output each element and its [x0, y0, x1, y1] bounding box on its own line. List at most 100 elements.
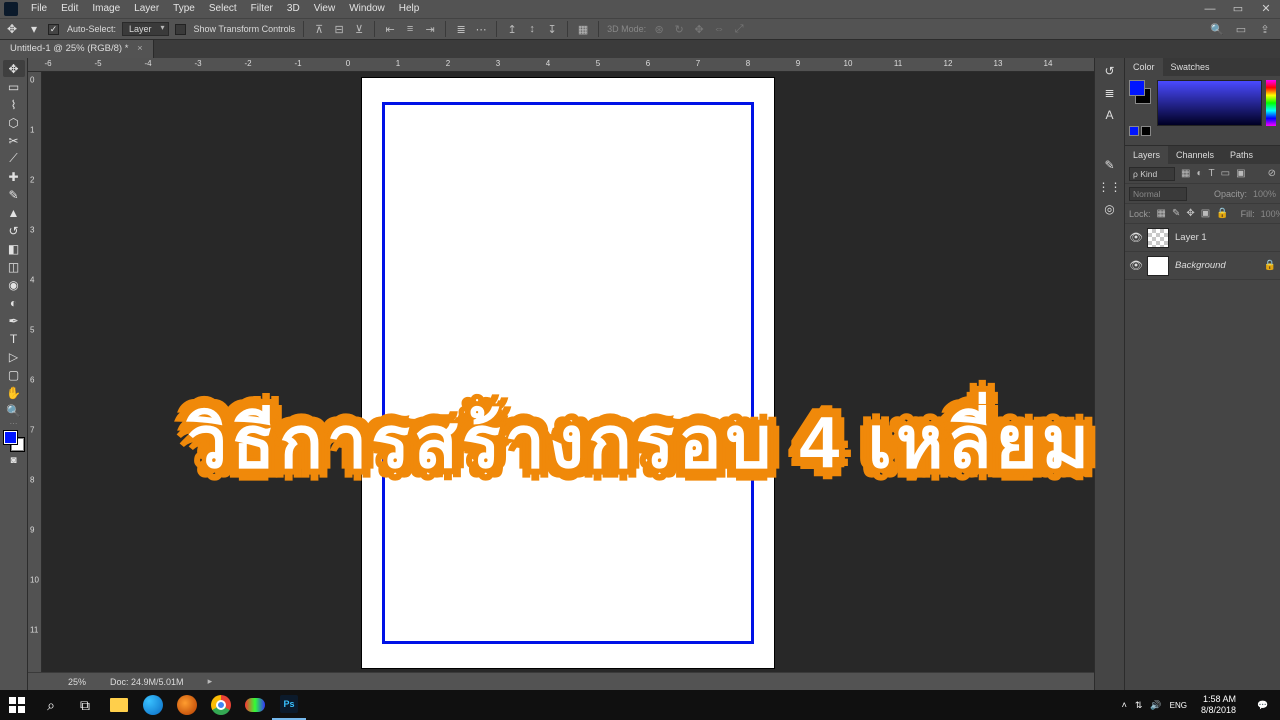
color-field[interactable] [1157, 80, 1262, 126]
visibility-icon[interactable]: 👁 [1129, 231, 1141, 244]
maximize-button[interactable]: ▭ [1224, 0, 1252, 18]
task-view-button[interactable]: ⧉ [68, 690, 102, 720]
show-transform-checkbox[interactable] [175, 24, 186, 35]
vertical-ruler[interactable]: 01234567891011 [28, 72, 42, 672]
healing-tool[interactable]: ✚ [3, 168, 25, 185]
tool-preset-dd-icon[interactable]: ▾ [26, 21, 42, 37]
tab-paths[interactable]: Paths [1222, 146, 1261, 164]
menu-filter[interactable]: Filter [244, 0, 280, 18]
align-bottom-icon[interactable]: ⊻ [352, 22, 366, 36]
lock-artboard-icon[interactable]: ▣ [1201, 208, 1210, 219]
quick-select-tool[interactable]: ⬡ [3, 114, 25, 131]
canvas-area[interactable] [42, 72, 1094, 672]
paint-icon[interactable] [238, 690, 272, 720]
zoom-level[interactable]: 25% [68, 677, 86, 687]
brush-tool[interactable]: ✎ [3, 186, 25, 203]
filter-shape-icon[interactable]: ▭ [1221, 168, 1230, 179]
gradient-tool[interactable]: ◫ [3, 258, 25, 275]
filter-pixel-icon[interactable]: ▦ [1181, 168, 1190, 179]
stamp-tool[interactable]: ▲ [3, 204, 25, 221]
menu-edit[interactable]: Edit [54, 0, 85, 18]
action-center-icon[interactable]: 💬 [1250, 690, 1276, 720]
tab-color[interactable]: Color [1125, 58, 1163, 76]
auto-select-checkbox[interactable]: ✓ [48, 24, 59, 35]
share-icon[interactable]: ⇪ [1258, 22, 1272, 36]
tab-swatches[interactable]: Swatches [1163, 58, 1218, 76]
opacity-value[interactable]: 100% [1253, 189, 1276, 199]
edge-icon[interactable] [136, 690, 170, 720]
fg-color-chip[interactable] [1129, 80, 1145, 96]
align-left-icon[interactable]: ⇤ [383, 22, 397, 36]
path-select-tool[interactable]: ▷ [3, 348, 25, 365]
type-tool[interactable]: T [3, 330, 25, 347]
clone-panel-icon[interactable]: ◎ [1099, 200, 1121, 218]
layer-row[interactable]: 👁 Background 🔒 [1125, 252, 1280, 280]
filter-smart-icon[interactable]: ▣ [1236, 168, 1245, 179]
current-colors[interactable] [1129, 80, 1153, 124]
filter-adjust-icon[interactable]: ◐ [1196, 168, 1202, 179]
crop-tool[interactable]: ✂ [3, 132, 25, 149]
doc-size[interactable]: Doc: 24.9M/5.01M [110, 677, 184, 687]
lock-pixels-icon[interactable]: ✎ [1172, 208, 1180, 219]
network-icon[interactable]: ⇅ [1135, 700, 1143, 711]
distribute-h-icon[interactable]: ⋯ [474, 22, 488, 36]
firefox-icon[interactable] [170, 690, 204, 720]
brush-settings-icon[interactable]: ⋮⋮ [1099, 178, 1121, 196]
filter-toggle-icon[interactable]: ⊘ [1268, 168, 1276, 179]
align-right-icon[interactable]: ⇥ [423, 22, 437, 36]
menu-view[interactable]: View [307, 0, 343, 18]
minimize-button[interactable]: — [1196, 0, 1224, 18]
filter-kind-dropdown[interactable]: ρ Kind [1129, 167, 1175, 181]
layer-name[interactable]: Layer 1 [1175, 232, 1276, 243]
document-canvas[interactable] [362, 78, 774, 668]
marquee-tool[interactable]: ▭ [3, 78, 25, 95]
status-arrow-icon[interactable]: ▸ [208, 676, 213, 687]
menu-type[interactable]: Type [166, 0, 202, 18]
horizontal-ruler[interactable]: -6-5-4-3-2-101234567891011121314 [28, 58, 1094, 72]
character-panel-icon[interactable]: A [1099, 106, 1121, 124]
chrome-icon[interactable] [204, 690, 238, 720]
search-icon[interactable]: 🔍 [1210, 22, 1224, 36]
layer-thumb[interactable] [1147, 228, 1169, 248]
align-hcenter-icon[interactable]: ≡ [403, 22, 417, 36]
language-icon[interactable]: ENG [1170, 701, 1187, 710]
menu-image[interactable]: Image [85, 0, 127, 18]
pen-tool[interactable]: ✒ [3, 312, 25, 329]
menu-help[interactable]: Help [392, 0, 427, 18]
distribute-v-icon[interactable]: ≣ [454, 22, 468, 36]
auto-select-target-dropdown[interactable]: Layer [122, 22, 169, 36]
menu-layer[interactable]: Layer [127, 0, 166, 18]
file-explorer-icon[interactable] [102, 690, 136, 720]
lock-transparent-icon[interactable]: ▦ [1157, 208, 1166, 219]
distribute-bot-icon[interactable]: ↧ [545, 22, 559, 36]
align-top-icon[interactable]: ⊼ [312, 22, 326, 36]
distribute-top-icon[interactable]: ↥ [505, 22, 519, 36]
menu-3d[interactable]: 3D [280, 0, 307, 18]
align-vcenter-icon[interactable]: ⊟ [332, 22, 346, 36]
eraser-tool[interactable]: ◧ [3, 240, 25, 257]
clock[interactable]: 1:58 AM 8/8/2018 [1195, 694, 1242, 716]
photoshop-taskbar-icon[interactable]: Ps [272, 690, 306, 720]
tab-layers[interactable]: Layers [1125, 146, 1168, 164]
close-tab-icon[interactable]: × [137, 43, 143, 54]
blend-mode-dropdown[interactable]: Normal [1129, 187, 1187, 201]
layer-row[interactable]: 👁 Layer 1 [1125, 224, 1280, 252]
lock-position-icon[interactable]: ✥ [1186, 208, 1194, 219]
history-panel-icon[interactable]: ↺ [1099, 62, 1121, 80]
volume-icon[interactable]: 🔊 [1150, 700, 1161, 711]
eyedropper-tool[interactable]: ⟋ [3, 150, 25, 167]
brush-panel-icon[interactable]: ✎ [1099, 156, 1121, 174]
layer-name[interactable]: Background [1175, 260, 1258, 271]
visibility-icon[interactable]: 👁 [1129, 259, 1141, 272]
fill-value[interactable]: 100% [1261, 209, 1280, 219]
hue-strip[interactable] [1266, 80, 1276, 126]
tab-channels[interactable]: Channels [1168, 146, 1222, 164]
menu-select[interactable]: Select [202, 0, 244, 18]
menu-file[interactable]: File [24, 0, 54, 18]
start-button[interactable] [0, 690, 34, 720]
dodge-tool[interactable]: ◐ [3, 294, 25, 311]
lasso-tool[interactable]: ⌇ [3, 96, 25, 113]
search-button[interactable]: ⌕ [34, 690, 68, 720]
blur-tool[interactable]: ◉ [3, 276, 25, 293]
auto-align-icon[interactable]: ▦ [576, 22, 590, 36]
